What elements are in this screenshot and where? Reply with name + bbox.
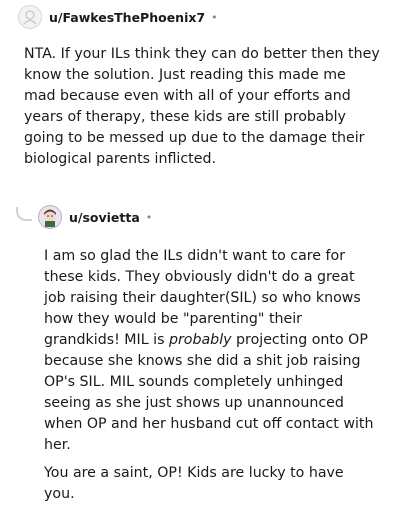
thread-connector-icon [16, 207, 32, 221]
paragraph-text: projecting onto OP because she knows she… [44, 332, 374, 453]
comment-body: I am so glad the ILs didn't want to care… [0, 234, 400, 505]
separator-dot: • [211, 10, 218, 24]
emphasis-text: probably [168, 332, 232, 348]
username[interactable]: u/FawkesThePhoenix7 [49, 10, 205, 25]
comment-paragraph: I am so glad the ILs didn't want to care… [44, 246, 374, 456]
separator-dot: • [145, 210, 153, 224]
default-avatar-icon[interactable] [18, 5, 42, 29]
comment: u/FawkesThePhoenix7 • NTA. If your ILs t… [0, 0, 400, 170]
user-avatar-icon[interactable] [38, 205, 62, 229]
comment-header: u/sovietta • [0, 200, 400, 234]
comment-header: u/FawkesThePhoenix7 • [0, 0, 400, 34]
username[interactable]: u/sovietta [69, 210, 140, 225]
reply-comment: u/sovietta • I am so glad the ILs didn't… [0, 200, 400, 512]
comment-body: NTA. If your ILs think they can do bette… [24, 46, 380, 167]
comment-paragraph: You are a saint, OP! Kids are lucky to h… [44, 465, 344, 502]
